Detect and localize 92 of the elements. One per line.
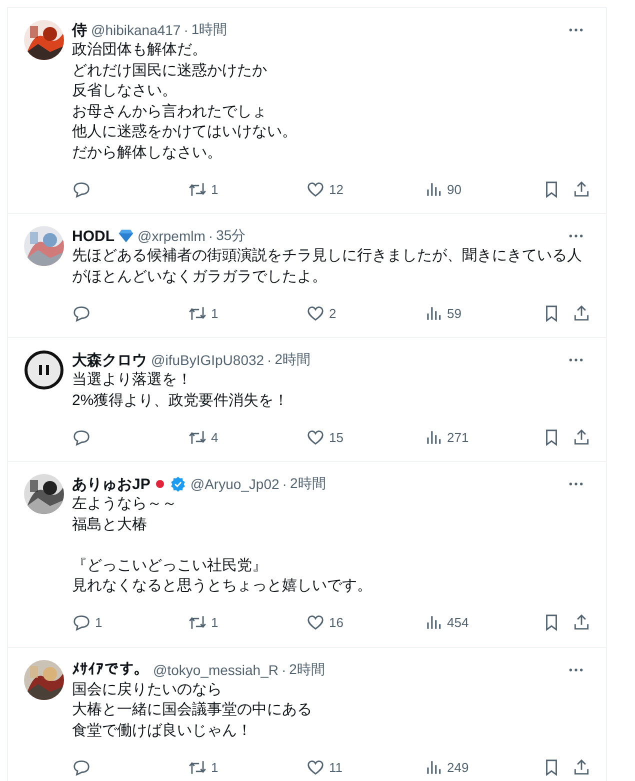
like-button[interactable]: 16	[306, 613, 344, 632]
post-text-line: 食堂で働けば良いじゃん！	[72, 720, 253, 740]
user-handle[interactable]: @Aryuo_Jp02	[190, 476, 280, 492]
like-button[interactable]: 11	[306, 758, 342, 776]
repost-button[interactable]: 1	[188, 180, 218, 198]
heart-icon	[306, 758, 325, 776]
like-button[interactable]: 15	[306, 428, 344, 446]
repost-button[interactable]: 1	[188, 758, 218, 776]
views-button[interactable]: 59	[424, 304, 462, 322]
more-icon[interactable]	[568, 482, 584, 486]
speech-bubble-icon	[72, 428, 91, 446]
post-text-line: お母さんから言われたでしょ	[72, 102, 268, 122]
bar-chart-icon	[424, 613, 443, 632]
heart-icon	[306, 428, 325, 446]
user-name[interactable]: ありゅおJP	[72, 474, 150, 494]
heart-icon	[306, 304, 325, 322]
speech-bubble-icon	[72, 613, 91, 632]
post-card[interactable]: ありゅおJP @Aryuo_Jp02 · 2時間 左ようなら～～ 福島と大椿 『どっこいどっこい社民党』 見れなくなると思うとちょっと嬉しいです。 1 1 16 454	[8, 462, 606, 648]
user-handle[interactable]: @xrpemlm	[138, 228, 206, 244]
post-text-line: 左ようなら～～	[72, 494, 178, 514]
separator-dot: ·	[267, 352, 272, 368]
post-time[interactable]: 1時間	[191, 21, 228, 39]
heart-icon	[306, 613, 325, 632]
post-text-line: だから解体しなさい。	[72, 142, 223, 162]
heart-icon	[306, 180, 325, 198]
post-text-line: 国会に戻りたいのなら	[72, 680, 223, 700]
views-button[interactable]: 271	[424, 428, 469, 446]
share-icon	[572, 613, 591, 632]
reply-button[interactable]	[72, 180, 91, 198]
speech-bubble-icon	[72, 180, 91, 198]
separator-dot: ·	[282, 476, 287, 492]
speech-bubble-icon	[72, 758, 91, 776]
post-time[interactable]: 2時間	[274, 351, 311, 369]
user-handle[interactable]: @ifuByIGIpU8032	[151, 352, 264, 368]
more-icon[interactable]	[568, 668, 584, 672]
user-handle[interactable]: @hibikana417	[91, 22, 181, 38]
post-text-line: 見れなくなると思うとちょっと嬉しいです。	[72, 576, 373, 596]
share-icon	[572, 428, 591, 446]
speech-bubble-icon	[72, 304, 91, 322]
more-icon[interactable]	[568, 234, 584, 238]
share-icon	[572, 758, 591, 776]
separator-dot: ·	[184, 22, 188, 38]
post-card[interactable]: ﾒｻｲｱです。 @tokyo_messiah_R · 2時間 国会に戻りたいのなら 大椿と一緒に国会議事堂の中にある 食堂で働けば良いじゃん！ 1 11 249	[8, 648, 606, 781]
separator-dot: ·	[208, 228, 214, 244]
post-card[interactable]: 大森クロウ @ifuByIGIpU8032 · 2時間 当選より落選を！ 2%獲得より、政党要件消失を！ 4 15 271	[8, 338, 606, 462]
post-text-line: 政治団体も解体だ。	[72, 40, 208, 60]
verified-icon	[170, 476, 186, 492]
share-icon	[572, 180, 591, 198]
repost-button[interactable]: 1	[188, 613, 218, 632]
like-button[interactable]: 12	[306, 180, 344, 198]
post-time[interactable]: 2時間	[290, 475, 326, 493]
separator-dot: ·	[282, 662, 286, 678]
more-icon[interactable]	[568, 28, 584, 32]
share-button[interactable]	[572, 304, 591, 322]
post-text-line: 反省しなさい。	[72, 81, 178, 101]
post-text-line: 他人に迷惑をかけてはいけない。	[72, 122, 298, 142]
post-text-line: 『どっこいどっこい社民党』	[72, 556, 268, 576]
share-button[interactable]	[572, 428, 591, 446]
post-time[interactable]: 2時間	[289, 660, 325, 678]
user-name[interactable]: ﾒｻｲｱです。	[72, 661, 149, 678]
dot-icon	[155, 479, 166, 489]
like-button[interactable]: 2	[306, 304, 336, 322]
post-text-line: 2%獲得より、政党要件消失を！	[72, 390, 290, 410]
user-name[interactable]: 侍	[72, 20, 87, 40]
reply-button[interactable]: 1	[72, 613, 102, 632]
reply-button[interactable]	[72, 428, 91, 446]
post-text-line: 大椿と一緒に国会議事堂の中にある	[72, 700, 313, 720]
repost-button[interactable]: 4	[188, 428, 218, 446]
user-name[interactable]: HODL	[72, 228, 114, 244]
repost-icon	[188, 613, 207, 632]
post-text-line: 福島と大椿	[72, 514, 148, 534]
share-button[interactable]	[572, 180, 591, 198]
views-button[interactable]: 90	[424, 180, 462, 198]
post-text-line: 当選より落選を！	[72, 370, 193, 390]
share-button[interactable]	[572, 613, 591, 632]
user-handle[interactable]: @tokyo_messiah_R	[153, 662, 278, 678]
reply-button[interactable]	[72, 304, 91, 322]
post-card[interactable]: HODL @xrpemlm · 35分 先ほどある候補者の街頭演説をチラ見しに行きましたが、聞きにきている人がほとんどいなくガラガラでしたよ。 1 2 59	[8, 214, 606, 338]
post-card[interactable]: 侍 @hibikana417 · 1時間 政治団体も解体だ。 どれだけ国民に迷惑かけたか 反省しなさい。 お母さんから言われたでしょ 他人に迷惑をかけてはいけない。 だから解体しなさい。 1 12 90	[8, 8, 606, 214]
repost-button[interactable]: 1	[188, 304, 218, 322]
share-icon	[572, 304, 591, 322]
post-text-line: どれだけ国民に迷惑かけたか	[72, 60, 268, 80]
diamond-icon	[118, 228, 134, 244]
pause-icon[interactable]	[24, 350, 64, 390]
post-time[interactable]: 35分	[216, 227, 246, 245]
more-icon[interactable]	[568, 358, 584, 362]
user-name[interactable]: 大森クロウ	[72, 350, 147, 370]
share-button[interactable]	[572, 758, 591, 776]
views-button[interactable]: 454	[424, 613, 469, 632]
reply-button[interactable]	[72, 758, 91, 776]
views-button[interactable]: 249	[424, 758, 469, 776]
post-text-line: 先ほどある候補者の街頭演説をチラ見しに行きましたが、聞きにきている人がほとんどいなくガラガラでしたよ。	[72, 246, 583, 286]
